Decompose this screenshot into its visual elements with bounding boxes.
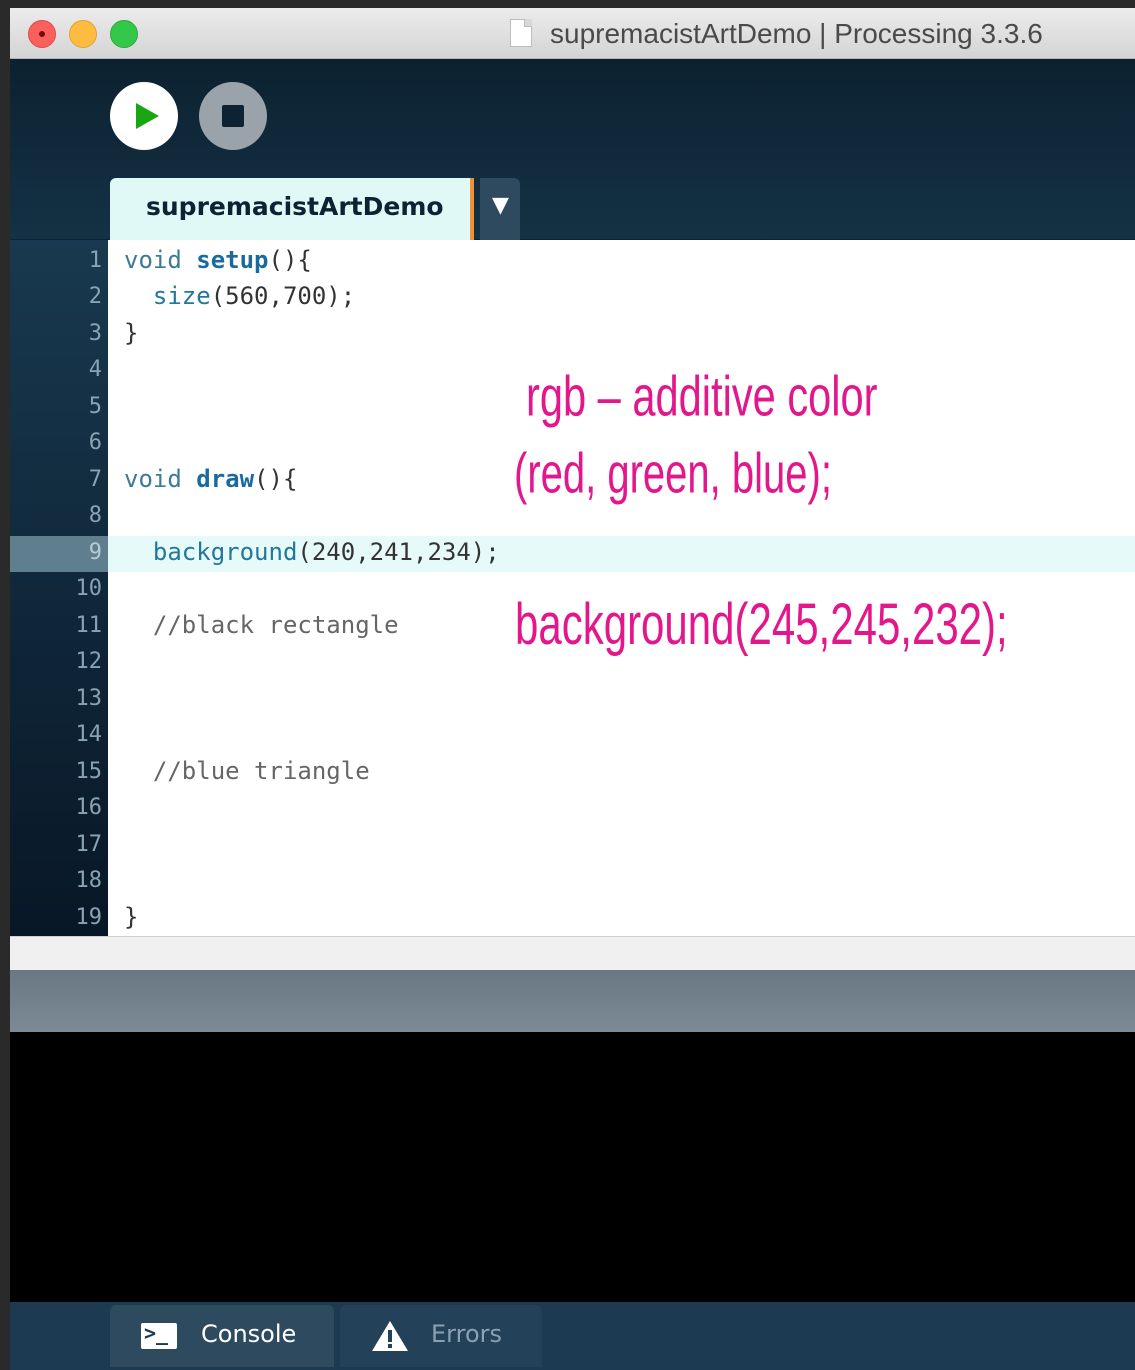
line-number: 15	[75, 759, 103, 784]
status-bar	[10, 970, 1135, 1032]
code-line-19: }	[124, 903, 139, 931]
processing-window: supremacistArtDemo | Processing 3.3.6 su…	[10, 8, 1135, 1370]
line-number: 19	[75, 905, 103, 930]
function-size: size	[152, 282, 211, 310]
tab-errors-label: Errors	[431, 1320, 503, 1348]
document-icon	[510, 19, 532, 47]
code-token: (){	[254, 465, 298, 493]
code-line-11-comment: //black rectangle	[124, 611, 399, 639]
annotation-rgb-additive: rgb – additive color	[526, 366, 878, 429]
line-number: 17	[75, 832, 103, 857]
line-number: 1	[88, 248, 102, 273]
minimize-window-button[interactable]	[69, 20, 97, 48]
code-line-3: }	[124, 319, 139, 347]
maximize-window-button[interactable]	[110, 20, 138, 48]
annotation-red-green-blue: (red, green, blue);	[514, 443, 832, 506]
warning-icon	[372, 1321, 408, 1351]
tab-supremacistartdemo[interactable]: supremacistArtDemo	[110, 178, 474, 240]
horizontal-scrollbar[interactable]	[10, 936, 1135, 970]
line-number: 12	[75, 649, 103, 674]
line-number: 8	[88, 503, 102, 528]
line-number: 10	[75, 576, 103, 601]
keyword-void: void	[124, 465, 197, 493]
stop-icon	[222, 105, 244, 127]
code-token: (){	[268, 246, 312, 274]
title-bar[interactable]: supremacistArtDemo | Processing 3.3.6	[10, 8, 1135, 59]
play-icon	[136, 103, 159, 129]
line-number: 16	[75, 795, 103, 820]
tab-menu-button[interactable]: ▼	[480, 178, 520, 240]
code-line-15-comment: //blue triangle	[124, 757, 370, 785]
code-line-7: void draw(){	[124, 465, 297, 493]
line-number: 5	[88, 394, 102, 419]
function-draw: draw	[196, 465, 255, 493]
line-number: 6	[88, 430, 102, 455]
line-number: 9	[88, 540, 102, 565]
run-button[interactable]	[110, 82, 178, 150]
code-token: (240,241,234);	[297, 538, 500, 566]
line-number: 14	[75, 722, 103, 747]
tab-console-label: Console	[201, 1320, 297, 1348]
line-number: 3	[88, 321, 102, 346]
window-title: supremacistArtDemo | Processing 3.3.6	[550, 18, 1043, 49]
line-number: 4	[88, 357, 102, 382]
close-window-button[interactable]	[28, 20, 56, 48]
line-number: 18	[75, 868, 103, 893]
line-number: 11	[75, 613, 103, 638]
console-icon: >_	[141, 1321, 177, 1349]
line-number: 2	[88, 284, 102, 309]
line-number: 7	[88, 467, 102, 492]
code-line-2: size(560,700);	[124, 282, 355, 310]
tab-label: supremacistArtDemo	[146, 192, 444, 221]
keyword-void: void	[124, 246, 197, 274]
bottom-tab-bar: >_ Console Errors	[10, 1302, 1135, 1370]
stop-button[interactable]	[199, 82, 267, 150]
annotation-background-example: background(245,245,232);	[515, 593, 1008, 657]
code-token: (560,700);	[210, 282, 356, 310]
function-setup: setup	[196, 246, 269, 274]
function-background: background	[152, 538, 298, 566]
chevron-down-icon: ▼	[492, 193, 509, 218]
tab-console[interactable]: >_ Console	[110, 1305, 334, 1367]
console-area[interactable]	[10, 1032, 1135, 1302]
code-editor[interactable]	[108, 240, 1135, 936]
line-number: 13	[75, 686, 103, 711]
code-line-9: background(240,241,234);	[124, 538, 500, 566]
tab-errors[interactable]: Errors	[340, 1305, 542, 1367]
code-line-1: void setup(){	[124, 246, 312, 274]
